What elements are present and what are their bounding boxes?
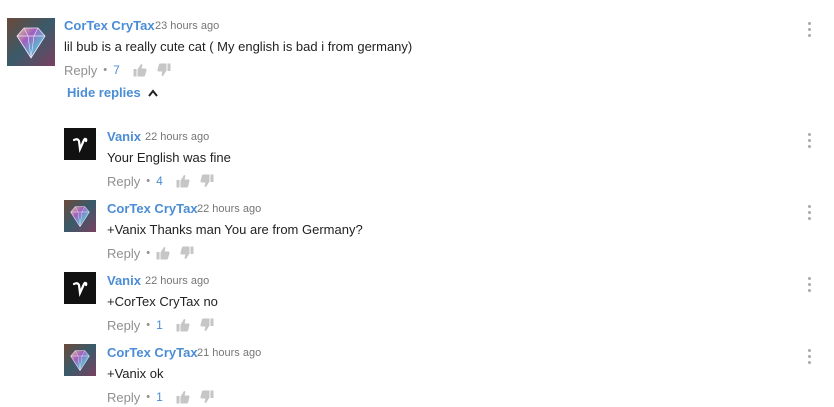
reply-button[interactable]: Reply: [64, 63, 97, 78]
hide-replies-button[interactable]: Hide replies: [67, 85, 158, 100]
more-options-icon[interactable]: [808, 349, 812, 365]
comment-author[interactable]: CorTex CryTax: [107, 345, 198, 360]
comment-author[interactable]: Vanix: [107, 273, 141, 288]
more-options-icon[interactable]: [808, 205, 812, 221]
reply-comment: Vanix 22 hours ago +CorTex CryTax no Rep…: [0, 272, 834, 336]
like-count: 1: [156, 318, 163, 332]
comment-actions: Reply • 7: [64, 62, 181, 78]
thumbs-down-icon[interactable]: [200, 318, 214, 332]
comment-text: +Vanix ok: [107, 366, 164, 381]
comment-text: +Vanix Thanks man You are from Germany?: [107, 222, 363, 237]
comment-author[interactable]: Vanix: [107, 129, 141, 144]
vanix-logo-icon[interactable]: [64, 128, 96, 160]
comment-text: +CorTex CryTax no: [107, 294, 218, 309]
thumbs-down-icon[interactable]: [200, 390, 214, 404]
comment-text: lil bub is a really cute cat ( My englis…: [64, 39, 413, 54]
like-count: 4: [156, 174, 163, 188]
thumbs-down-icon[interactable]: [180, 246, 194, 260]
separator-dot: •: [146, 175, 151, 187]
diamond-avatar-icon[interactable]: [64, 200, 96, 232]
chevron-up-icon: [147, 88, 158, 97]
thumbs-down-icon[interactable]: [157, 63, 171, 77]
comment-author[interactable]: CorTex CryTax: [107, 201, 198, 216]
comment-actions: Reply • 1: [107, 317, 224, 333]
thumbs-up-icon[interactable]: [176, 390, 190, 404]
top-comment: CorTex CryTax 23 hours ago lil bub is a …: [0, 0, 834, 84]
comment-timestamp[interactable]: 22 hours ago: [145, 275, 209, 287]
reply-button[interactable]: Reply: [107, 174, 140, 189]
comment-timestamp[interactable]: 21 hours ago: [197, 347, 261, 359]
comment-actions: Reply • 1: [107, 389, 224, 405]
comment-text: Your English was fine: [107, 150, 231, 165]
comment-author[interactable]: CorTex CryTax: [64, 18, 155, 33]
comment-actions: Reply • 4: [107, 173, 224, 189]
thumbs-down-icon[interactable]: [200, 174, 214, 188]
like-count: 1: [156, 390, 163, 404]
separator-dot: •: [146, 391, 151, 403]
comment-timestamp[interactable]: 23 hours ago: [155, 20, 219, 32]
thumbs-up-icon[interactable]: [176, 174, 190, 188]
comment-timestamp[interactable]: 22 hours ago: [197, 203, 261, 215]
reply-comment: CorTex CryTax 22 hours ago +Vanix Thanks…: [0, 200, 834, 264]
reply-comment: CorTex CryTax 21 hours ago +Vanix ok Rep…: [0, 344, 834, 407]
diamond-avatar-icon[interactable]: [7, 18, 55, 66]
separator-dot: •: [146, 319, 151, 331]
separator-dot: •: [103, 64, 108, 76]
like-count: 7: [113, 63, 120, 77]
more-options-icon[interactable]: [808, 22, 812, 38]
comment-actions: Reply •: [107, 245, 204, 261]
thumbs-up-icon[interactable]: [176, 318, 190, 332]
diamond-avatar-icon[interactable]: [64, 344, 96, 376]
reply-button[interactable]: Reply: [107, 318, 140, 333]
thumbs-up-icon[interactable]: [133, 63, 147, 77]
more-options-icon[interactable]: [808, 133, 812, 149]
reply-button[interactable]: Reply: [107, 390, 140, 405]
reply-button[interactable]: Reply: [107, 246, 140, 261]
more-options-icon[interactable]: [808, 277, 812, 293]
thumbs-up-icon[interactable]: [156, 246, 170, 260]
separator-dot: •: [146, 247, 151, 259]
hide-replies-label: Hide replies: [67, 85, 141, 100]
vanix-logo-icon[interactable]: [64, 272, 96, 304]
reply-comment: Vanix 22 hours ago Your English was fine…: [0, 128, 834, 192]
comment-timestamp[interactable]: 22 hours ago: [145, 131, 209, 143]
